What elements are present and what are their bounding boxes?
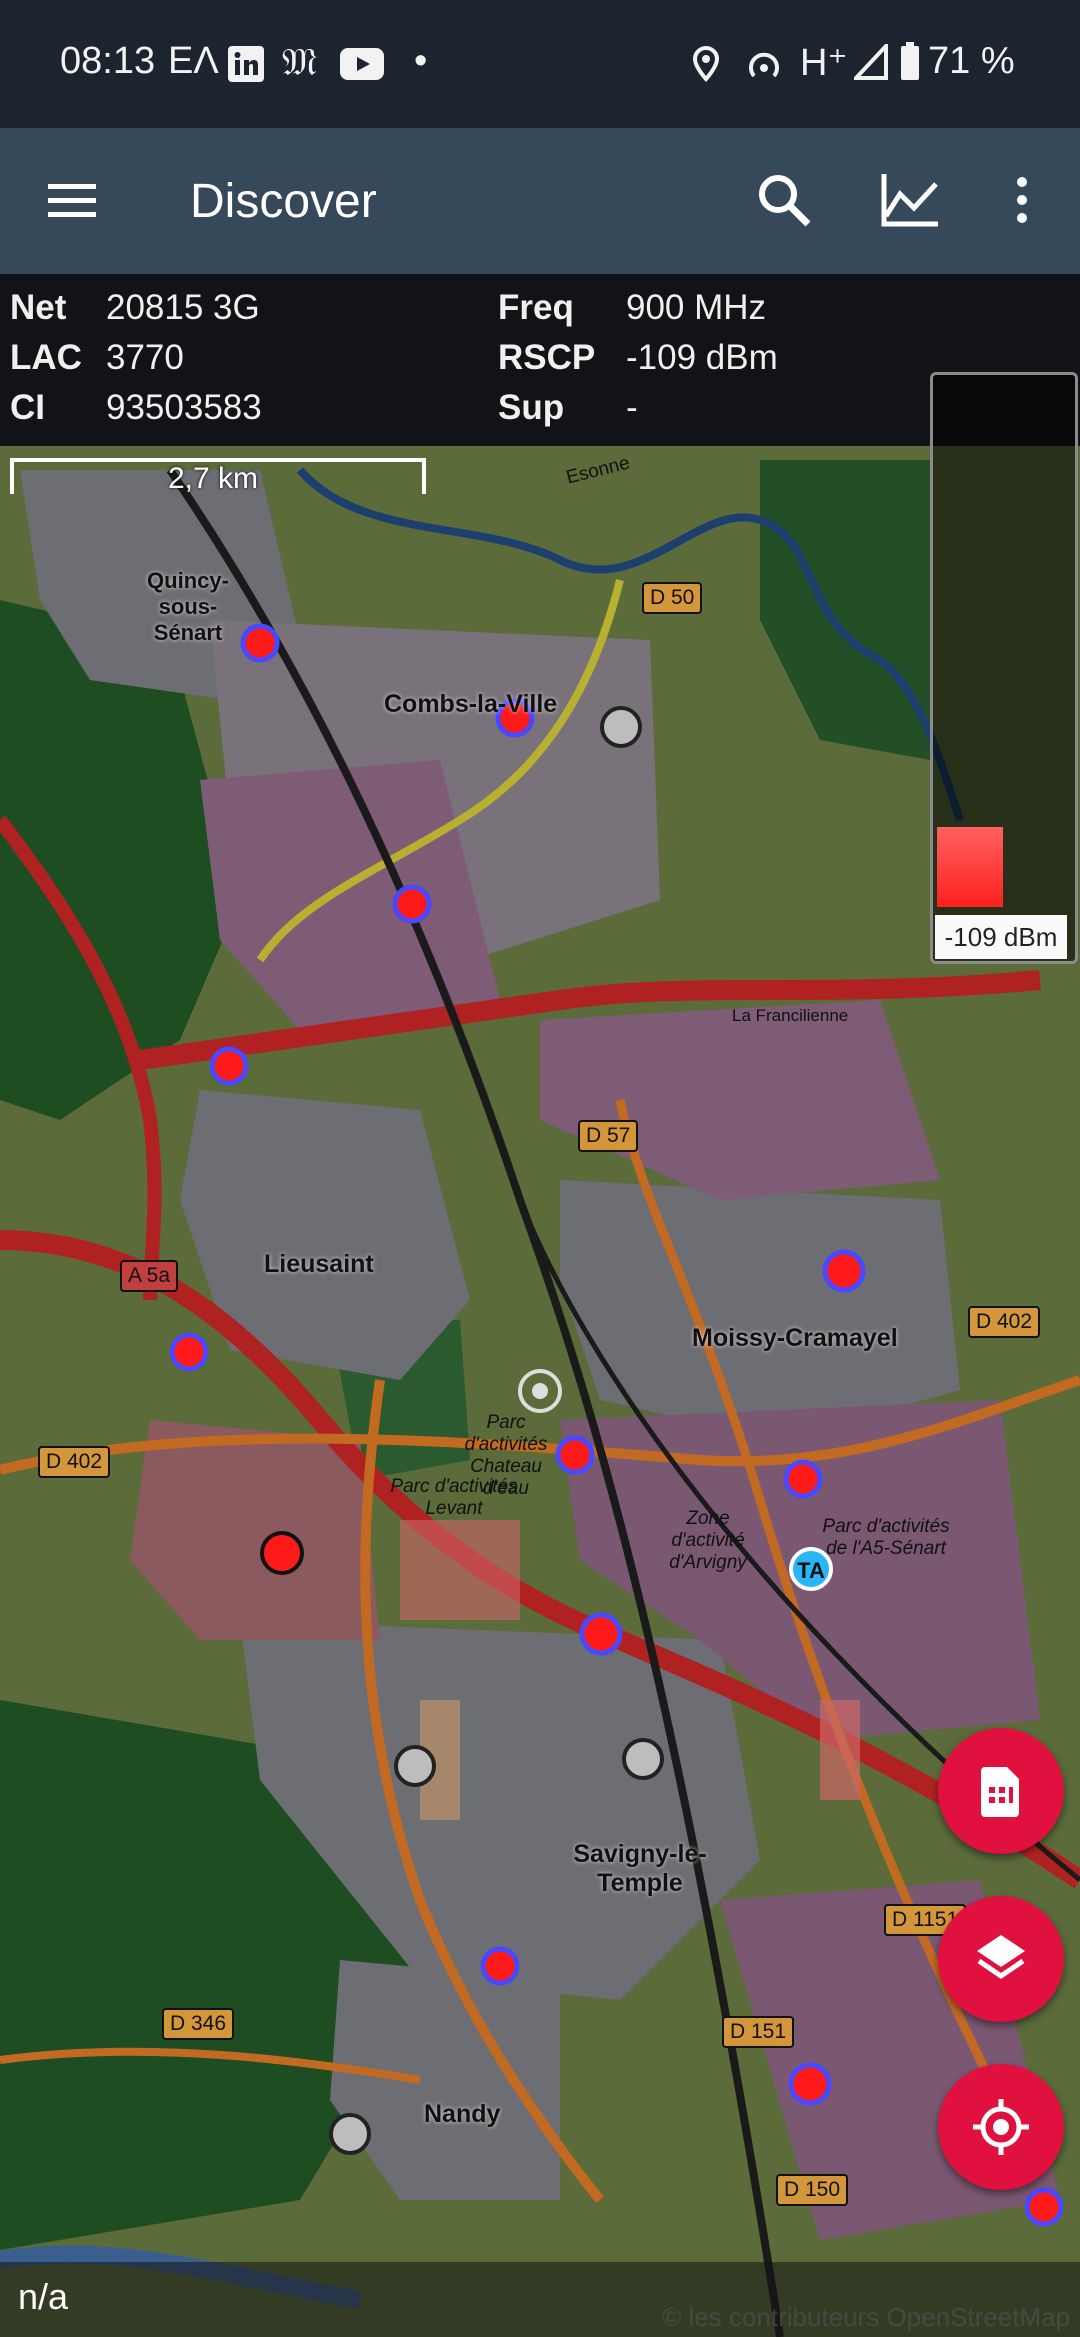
sim-card-icon bbox=[981, 1767, 1019, 1817]
place-label: Moissy-Cramayel bbox=[692, 1324, 898, 1352]
place-label: Zone d'activité d'Arvigny bbox=[669, 1508, 747, 1573]
cell-marker[interactable] bbox=[822, 1249, 866, 1293]
signal-legend: -109 dBm bbox=[930, 372, 1078, 964]
cell-marker[interactable] bbox=[240, 623, 280, 663]
sup-label: Sup bbox=[498, 388, 565, 427]
cell-marker[interactable] bbox=[209, 1046, 249, 1086]
layers-icon bbox=[977, 1935, 1025, 1980]
cell-info-panel: Net 20815 3G LAC 3770 CI 93503583 Freq 9… bbox=[0, 274, 1080, 446]
road-shield: A 5a bbox=[120, 1260, 179, 1292]
news-icon: 𝔐 bbox=[282, 40, 317, 84]
map-canvas[interactable]: TA bbox=[0, 446, 1080, 2337]
place-label: Combs-la-Ville bbox=[384, 690, 558, 718]
battery-icon bbox=[901, 42, 919, 80]
app-toolbar: Discover bbox=[0, 128, 1080, 274]
battery-level: 71 % bbox=[928, 40, 1015, 82]
signal-level-label: -109 dBm bbox=[935, 915, 1067, 959]
cell-marker[interactable] bbox=[579, 1612, 623, 1656]
freq-value: 900 MHz bbox=[626, 288, 767, 327]
road-shield: D 150 bbox=[776, 2174, 849, 2206]
road-shield: D 402 bbox=[968, 1306, 1041, 1338]
road-shield: D 151 bbox=[722, 2016, 795, 2048]
road-shield: D 346 bbox=[162, 2008, 235, 2040]
urban-area bbox=[560, 1180, 960, 1440]
crosshair-icon bbox=[973, 2099, 1029, 2155]
page-title: Discover bbox=[190, 175, 377, 228]
net-value: 20815 3G bbox=[106, 288, 260, 327]
cell-marker[interactable] bbox=[783, 1459, 823, 1499]
youtube-icon bbox=[340, 48, 384, 80]
my-location-button[interactable] bbox=[938, 2064, 1064, 2190]
sim-card-button[interactable] bbox=[938, 1728, 1064, 1854]
place-label: Savigny-le-Temple bbox=[573, 1840, 707, 1897]
grey-marker[interactable] bbox=[600, 706, 642, 748]
map-attribution[interactable]: © les contributeurs OpenStreetMap bbox=[662, 2302, 1070, 2333]
cell-marker[interactable] bbox=[392, 884, 432, 924]
road-shield: D 57 bbox=[578, 1120, 639, 1152]
rscp-label: RSCP bbox=[498, 338, 596, 377]
rscp-value: -109 dBm bbox=[626, 338, 778, 377]
net-label: Net bbox=[10, 288, 67, 327]
road-shield: D 402 bbox=[38, 1446, 111, 1478]
hamburger-menu-icon[interactable] bbox=[40, 168, 104, 232]
location-icon bbox=[692, 46, 720, 82]
road-shield: D 50 bbox=[642, 582, 703, 614]
hotspot-icon bbox=[749, 52, 779, 78]
sup-value: - bbox=[626, 388, 638, 427]
place-label: Parc d'activités Levant bbox=[390, 1476, 518, 1519]
ta-label: TA bbox=[797, 1558, 825, 1583]
grey-marker[interactable] bbox=[394, 1745, 436, 1787]
status-text: n/a bbox=[18, 2276, 69, 2317]
status-bar: 08:13 ΕΛ 𝔐 • H⁺ 71 % bbox=[0, 0, 1080, 128]
status-time: 08:13 bbox=[60, 40, 156, 82]
lac-label: LAC bbox=[10, 338, 82, 377]
cell-marker[interactable] bbox=[1024, 2187, 1064, 2227]
signal-icon bbox=[854, 44, 888, 80]
more-vert-icon[interactable] bbox=[990, 168, 1054, 232]
network-type: H⁺ bbox=[800, 42, 848, 84]
search-icon[interactable] bbox=[752, 168, 816, 232]
dot-icon: • bbox=[414, 40, 428, 82]
lac-value: 3770 bbox=[106, 338, 184, 377]
place-label: Lieusaint bbox=[264, 1250, 374, 1278]
place-label: Nandy bbox=[424, 2100, 501, 2128]
bottom-status-bar: n/a © les contributeurs OpenStreetMap bbox=[0, 2262, 1080, 2337]
ci-label: CI bbox=[10, 388, 45, 427]
place-label: Quincy-sous-Sénart bbox=[147, 568, 229, 645]
grey-marker[interactable] bbox=[622, 1738, 664, 1780]
linkedin-icon bbox=[228, 46, 264, 82]
layers-button[interactable] bbox=[938, 1896, 1064, 2022]
line-chart-icon[interactable] bbox=[878, 168, 942, 232]
cell-marker[interactable] bbox=[169, 1332, 209, 1372]
ci-value: 93503583 bbox=[106, 388, 262, 427]
freq-label: Freq bbox=[498, 288, 574, 327]
cell-marker[interactable] bbox=[788, 2062, 832, 2106]
place-label: Parc d'activités de l'A5-Sénart bbox=[822, 1516, 950, 1559]
coverage-tile bbox=[400, 1520, 520, 1620]
signal-level-bar bbox=[937, 827, 1003, 907]
status-lang: ΕΛ bbox=[168, 40, 219, 82]
coverage-tile bbox=[820, 1700, 860, 1800]
grey-marker[interactable] bbox=[329, 2113, 371, 2155]
map-scale-label: 2,7 km bbox=[168, 462, 259, 495]
place-label: La Francilienne bbox=[732, 1006, 849, 1025]
map-view[interactable]: TA Quincy-sous-Sénart Combs-la-Ville Lie… bbox=[0, 446, 1080, 2337]
cell-marker[interactable] bbox=[480, 1946, 520, 1986]
serving-cell-marker[interactable] bbox=[260, 1531, 304, 1575]
